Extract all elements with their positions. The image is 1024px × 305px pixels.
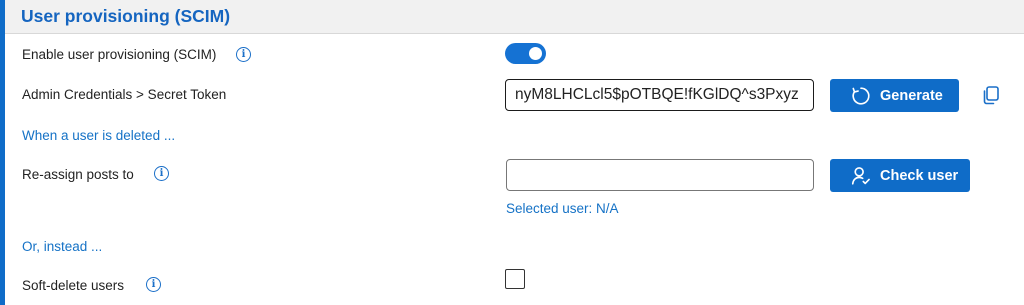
check-user-button-label: Check user [880,167,959,184]
secret-token-input[interactable] [505,79,814,111]
left-accent-bar [0,0,5,305]
when-user-deleted-link[interactable]: When a user is deleted ... [22,128,175,143]
generate-button[interactable]: Generate [830,79,959,112]
section-header: User provisioning (SCIM) [5,0,1024,34]
generate-button-label: Generate [880,87,943,104]
refresh-icon [852,86,870,105]
enable-provisioning-label: Enable user provisioning (SCIM) [22,47,217,62]
soft-delete-label: Soft-delete users [22,278,125,293]
check-user-button[interactable]: Check user [830,159,970,192]
info-icon[interactable]: i [236,47,251,62]
soft-delete-checkbox[interactable] [505,269,525,289]
secret-token-label: Admin Credentials > Secret Token [22,87,227,102]
selected-user-text: Selected user: N/A [506,201,619,216]
info-icon[interactable]: i [154,166,169,181]
reassign-posts-label: Re-assign posts to [22,167,134,182]
toggle-knob [529,47,542,60]
section-title: User provisioning (SCIM) [21,6,231,26]
info-icon[interactable]: i [146,277,161,292]
reassign-user-input[interactable] [506,159,814,191]
enable-provisioning-toggle[interactable] [505,43,546,64]
or-instead-link[interactable]: Or, instead ... [22,239,102,254]
copy-icon[interactable] [982,86,1000,105]
person-icon [851,166,870,185]
